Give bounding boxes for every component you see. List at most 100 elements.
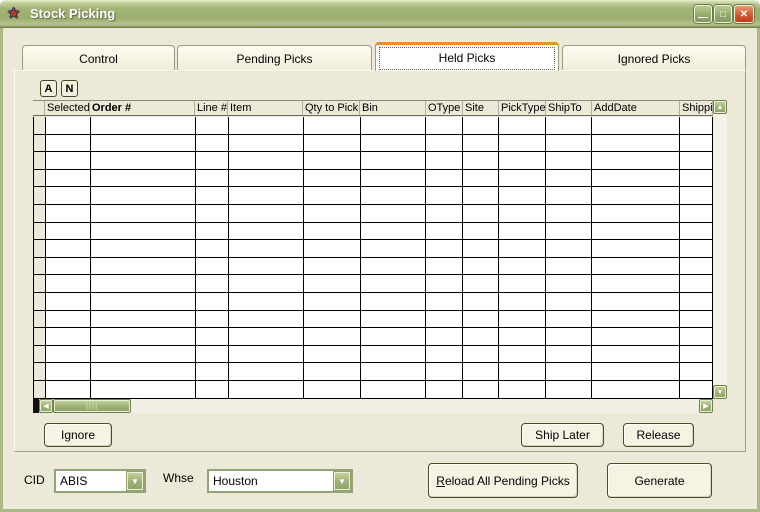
grid-cell[interactable]: [196, 117, 229, 134]
grid-cell[interactable]: [46, 258, 91, 275]
column-header-site[interactable]: Site: [463, 101, 499, 115]
tab-pending-picks[interactable]: Pending Picks: [177, 45, 372, 71]
grid-cell[interactable]: [592, 311, 680, 328]
grid-cell[interactable]: [304, 293, 361, 310]
grid-cell[interactable]: [426, 170, 463, 187]
grid-cell[interactable]: [229, 311, 304, 328]
grid-cell[interactable]: [361, 275, 427, 292]
grid-cell[interactable]: [196, 275, 229, 292]
grid-cell[interactable]: [361, 205, 427, 222]
grid-cell[interactable]: [229, 205, 304, 222]
grid-cell[interactable]: [546, 152, 592, 169]
grid-cell[interactable]: [196, 293, 229, 310]
grid-cell[interactable]: [361, 363, 427, 380]
ignore-button[interactable]: Ignore: [44, 423, 112, 447]
row-selector-cell[interactable]: [34, 258, 46, 275]
grid-cell[interactable]: [592, 275, 680, 292]
grid-cell[interactable]: [680, 170, 713, 187]
grid-cell[interactable]: [546, 117, 592, 134]
grid-cell[interactable]: [196, 381, 229, 398]
row-selector-cell[interactable]: [34, 135, 46, 152]
grid-cell[interactable]: [463, 187, 499, 204]
grid-cell[interactable]: [463, 223, 499, 240]
whse-dropdown-button[interactable]: ▼: [333, 471, 351, 491]
grid-cell[interactable]: [546, 275, 592, 292]
close-button[interactable]: ✕: [734, 5, 754, 23]
grid-cell[interactable]: [463, 135, 499, 152]
grid-cell[interactable]: [680, 223, 713, 240]
ship-later-button[interactable]: Ship Later: [521, 423, 604, 447]
column-header-otype[interactable]: OType: [426, 101, 463, 115]
maximize-button[interactable]: □: [714, 5, 732, 23]
grid-cell[interactable]: [229, 346, 304, 363]
grid-cell[interactable]: [680, 152, 713, 169]
grid-cell[interactable]: [91, 363, 196, 380]
grid-cell[interactable]: [463, 205, 499, 222]
grid-cell[interactable]: [361, 258, 427, 275]
column-header-adddate[interactable]: AddDate: [592, 101, 680, 115]
grid-cell[interactable]: [592, 205, 680, 222]
grid-cell[interactable]: [546, 381, 592, 398]
grid-cell[interactable]: [91, 293, 196, 310]
grid-cell[interactable]: [46, 275, 91, 292]
grid-cell[interactable]: [46, 223, 91, 240]
row-selector-cell[interactable]: [34, 170, 46, 187]
grid-cell[interactable]: [91, 223, 196, 240]
grid-cell[interactable]: [46, 381, 91, 398]
grid-cell[interactable]: [229, 275, 304, 292]
grid-cell[interactable]: [46, 135, 91, 152]
grid-cell[interactable]: [91, 205, 196, 222]
grid-cell[interactable]: [304, 275, 361, 292]
grid-cell[interactable]: [463, 240, 499, 257]
grid-cell[interactable]: [91, 187, 196, 204]
grid-cell[interactable]: [91, 346, 196, 363]
grid-cell[interactable]: [546, 293, 592, 310]
grid-cell[interactable]: [304, 381, 361, 398]
grid-cell[interactable]: [91, 240, 196, 257]
grid-cell[interactable]: [196, 328, 229, 345]
grid-cell[interactable]: [91, 117, 196, 134]
grid-cell[interactable]: [229, 363, 304, 380]
grid-cell[interactable]: [426, 223, 463, 240]
grid-cell[interactable]: [304, 187, 361, 204]
tab-held-picks[interactable]: Held Picks: [375, 42, 559, 71]
grid-cell[interactable]: [196, 170, 229, 187]
grid-cell[interactable]: [463, 363, 499, 380]
grid-cell[interactable]: [463, 381, 499, 398]
grid-cell[interactable]: [499, 311, 546, 328]
grid-cell[interactable]: [680, 258, 713, 275]
grid-cell[interactable]: [229, 258, 304, 275]
grid-cell[interactable]: [463, 152, 499, 169]
column-header-picktype[interactable]: PickType: [499, 101, 546, 115]
grid-cell[interactable]: [499, 240, 546, 257]
grid-cell[interactable]: [196, 152, 229, 169]
grid-cell[interactable]: [91, 152, 196, 169]
grid-cell[interactable]: [680, 311, 713, 328]
grid-cell[interactable]: [680, 135, 713, 152]
grid-cell[interactable]: [499, 275, 546, 292]
grid-cell[interactable]: [46, 363, 91, 380]
grid-cell[interactable]: [546, 363, 592, 380]
grid-cell[interactable]: [680, 275, 713, 292]
grid-cell[interactable]: [361, 293, 427, 310]
cid-combobox[interactable]: ABIS ▼: [54, 469, 146, 493]
grid-cell[interactable]: [229, 223, 304, 240]
column-header-shipto[interactable]: ShipTo: [546, 101, 592, 115]
release-button[interactable]: Release: [623, 423, 694, 447]
grid-cell[interactable]: [680, 187, 713, 204]
grid-cell[interactable]: [592, 187, 680, 204]
grid-cell[interactable]: [592, 152, 680, 169]
grid-cell[interactable]: [46, 240, 91, 257]
grid-cell[interactable]: [426, 328, 463, 345]
grid-cell[interactable]: [426, 258, 463, 275]
grid-cell[interactable]: [546, 240, 592, 257]
grid-cell[interactable]: [304, 205, 361, 222]
grid-cell[interactable]: [229, 240, 304, 257]
scroll-left-button[interactable]: ◀: [39, 399, 53, 413]
grid-cell[interactable]: [680, 328, 713, 345]
grid-cell[interactable]: [361, 187, 427, 204]
grid-cell[interactable]: [304, 328, 361, 345]
column-header-order-[interactable]: Order #: [90, 101, 195, 115]
horizontal-scrollbar[interactable]: ◀ |||| ▶: [33, 399, 713, 413]
grid-cell[interactable]: [499, 363, 546, 380]
